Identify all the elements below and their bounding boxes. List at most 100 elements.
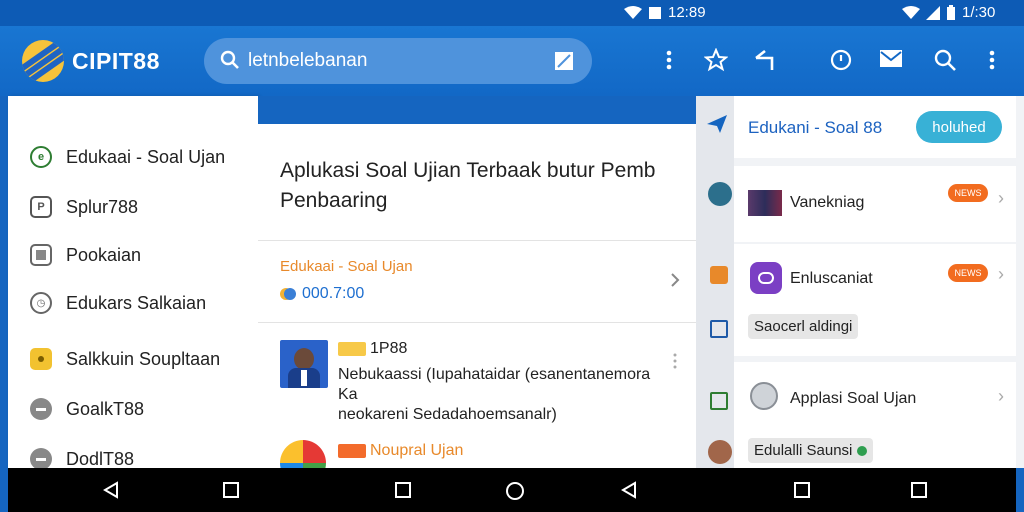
home-icon[interactable] — [505, 481, 525, 501]
chat-app-icon — [750, 262, 782, 294]
avatar — [708, 182, 732, 206]
search-icon — [220, 50, 239, 69]
search-bar[interactable]: letnbelebanan — [204, 38, 592, 84]
info-chip[interactable]: Saocerl aldingi — [748, 314, 859, 339]
avatar — [708, 440, 732, 464]
recents-icon[interactable] — [394, 481, 412, 499]
item-name: Applasi Soal Ujan — [790, 390, 917, 407]
panel-header: Edukani - Soal 88 holuhed — [734, 96, 1016, 158]
status-right: 1/:30 — [902, 4, 995, 21]
drawer-item-salkkuin[interactable]: Salkkuin Soupltaan — [30, 348, 220, 370]
list-item[interactable]: Vanekniag NEWS › — [734, 166, 1016, 242]
orange-icon — [710, 266, 728, 284]
wifi-icon — [624, 5, 642, 19]
drawer-item-label: Salkkuin Soupltaan — [66, 348, 221, 369]
divider — [258, 240, 696, 241]
timer-icon[interactable] — [829, 48, 853, 72]
drawer-item-goalk[interactable]: GoalkT88 — [30, 398, 144, 420]
item-name: Vanekniag — [790, 194, 865, 211]
recents-icon[interactable] — [793, 481, 811, 499]
info-chip[interactable]: Edulalli Saunsi — [748, 438, 873, 463]
tag-icon — [338, 341, 366, 356]
drawer-item-label: GoalkT88 — [66, 398, 145, 419]
drawer-item-edukars[interactable]: ◷ Edukars Salkaian — [30, 292, 206, 314]
back-arrow-icon[interactable] — [752, 48, 778, 72]
send-icon[interactable] — [706, 114, 728, 134]
icon-column — [696, 96, 734, 468]
brand-name: CIPIT88 — [72, 48, 160, 74]
wifi-icon — [902, 5, 920, 19]
chevron-right-icon: › — [998, 264, 1004, 284]
drawer-item-label: Splur788 — [66, 196, 139, 217]
battery-icon — [947, 4, 955, 20]
app-icon — [750, 382, 778, 410]
item-name: Enluscaniat — [790, 270, 873, 287]
mail-icon[interactable] — [879, 48, 903, 70]
signal-icon — [926, 5, 940, 20]
grid-icon — [710, 320, 728, 338]
thumbnail-icon — [280, 440, 326, 468]
back-icon[interactable] — [102, 481, 120, 499]
new-badge: NEWS — [948, 184, 988, 202]
new-badge: NEWS — [948, 264, 988, 282]
chevron-right-icon: › — [998, 188, 1004, 208]
item-title: Noupral Ujan — [338, 442, 463, 460]
circle-icon — [30, 398, 52, 420]
detail-banner — [258, 96, 696, 124]
navigation-drawer: e Edukaai - Soal Ujan P Splur788 Pookaia… — [8, 96, 258, 468]
more-vert-icon[interactable] — [663, 48, 675, 72]
drawer-item-label: DodlT88 — [66, 448, 135, 469]
price-value: 000.7:00 — [302, 285, 365, 302]
search-icon[interactable] — [933, 48, 957, 72]
panel-title: Edukani - Soal 88 — [748, 118, 883, 137]
square-icon — [30, 244, 52, 266]
group-photo — [748, 190, 782, 216]
system-nav-bar — [8, 468, 1016, 512]
play-icon — [856, 446, 867, 457]
status-left: 12:89 — [624, 4, 706, 21]
back-icon[interactable] — [620, 481, 638, 499]
item-title: 1P88 — [338, 340, 407, 358]
tag-icon — [338, 443, 366, 458]
star-icon[interactable] — [704, 48, 728, 72]
drawer-item-label: Pookaian — [66, 244, 142, 265]
category-label: Edukaai - Soal Ujan — [280, 258, 413, 275]
more-vert-icon[interactable] — [986, 48, 998, 72]
app-screen: 12:89 1/:30 CIPIT88 letnbelebanan e Eduk… — [0, 0, 1024, 512]
list-item[interactable]: Enluscaniat NEWS › Saocerl aldingi — [734, 244, 1016, 356]
chevron-right-icon: › — [998, 386, 1004, 406]
drawer-item-pookaian[interactable]: Pookaian — [30, 244, 141, 266]
edit-icon[interactable] — [554, 51, 574, 71]
drawer-item-edukaai[interactable]: e Edukaai - Soal Ujan — [30, 146, 225, 168]
clipboard-icon — [710, 392, 728, 410]
divider — [258, 322, 696, 323]
signal-icon — [649, 6, 661, 19]
p-icon: P — [30, 196, 52, 218]
item-line: Nebukaassi (Iupahataidar (esanentanemora — [338, 366, 651, 383]
item-line: neokareni Sedadahoemsanalr) — [338, 406, 557, 423]
coin-icon — [280, 288, 296, 300]
status-bar: 12:89 1/:30 — [0, 0, 1024, 26]
chevron-right-icon[interactable] — [670, 272, 680, 288]
search-query[interactable]: letnbelebanan — [248, 50, 367, 72]
status-time-right: 1/:30 — [962, 4, 996, 21]
more-vert-icon[interactable] — [672, 352, 678, 370]
brand-logo-icon — [22, 40, 64, 82]
recents-icon[interactable] — [910, 481, 928, 499]
status-pill-button[interactable]: holuhed — [916, 111, 1002, 143]
recents-icon[interactable] — [222, 481, 240, 499]
list-item[interactable]: Applasi Soal Ujan › Edulalli Saunsi — [734, 362, 1016, 468]
app-bar: CIPIT88 letnbelebanan — [0, 26, 1024, 96]
e-icon: e — [30, 146, 52, 168]
side-list-panel: Edukani - Soal 88 holuhed Vanekniag NEWS… — [696, 96, 1024, 468]
clock-icon: ◷ — [30, 292, 52, 314]
drawer-item-splur[interactable]: P Splur788 — [30, 196, 138, 218]
item-line: Ka — [338, 386, 358, 403]
detail-panel: Aplukasi Soal Ujian Terbaak butur Pemb P… — [258, 96, 696, 468]
drawer-item-label: Edukars Salkaian — [66, 292, 207, 313]
yellow-square-icon — [30, 348, 52, 370]
drawer-item-dodl[interactable]: DodlT88 — [30, 448, 134, 468]
author-photo — [280, 340, 328, 388]
page-title: Aplukasi Soal Ujian Terbaak butur Pemb P… — [280, 159, 656, 212]
price-row: 000.7:00 — [280, 285, 364, 303]
